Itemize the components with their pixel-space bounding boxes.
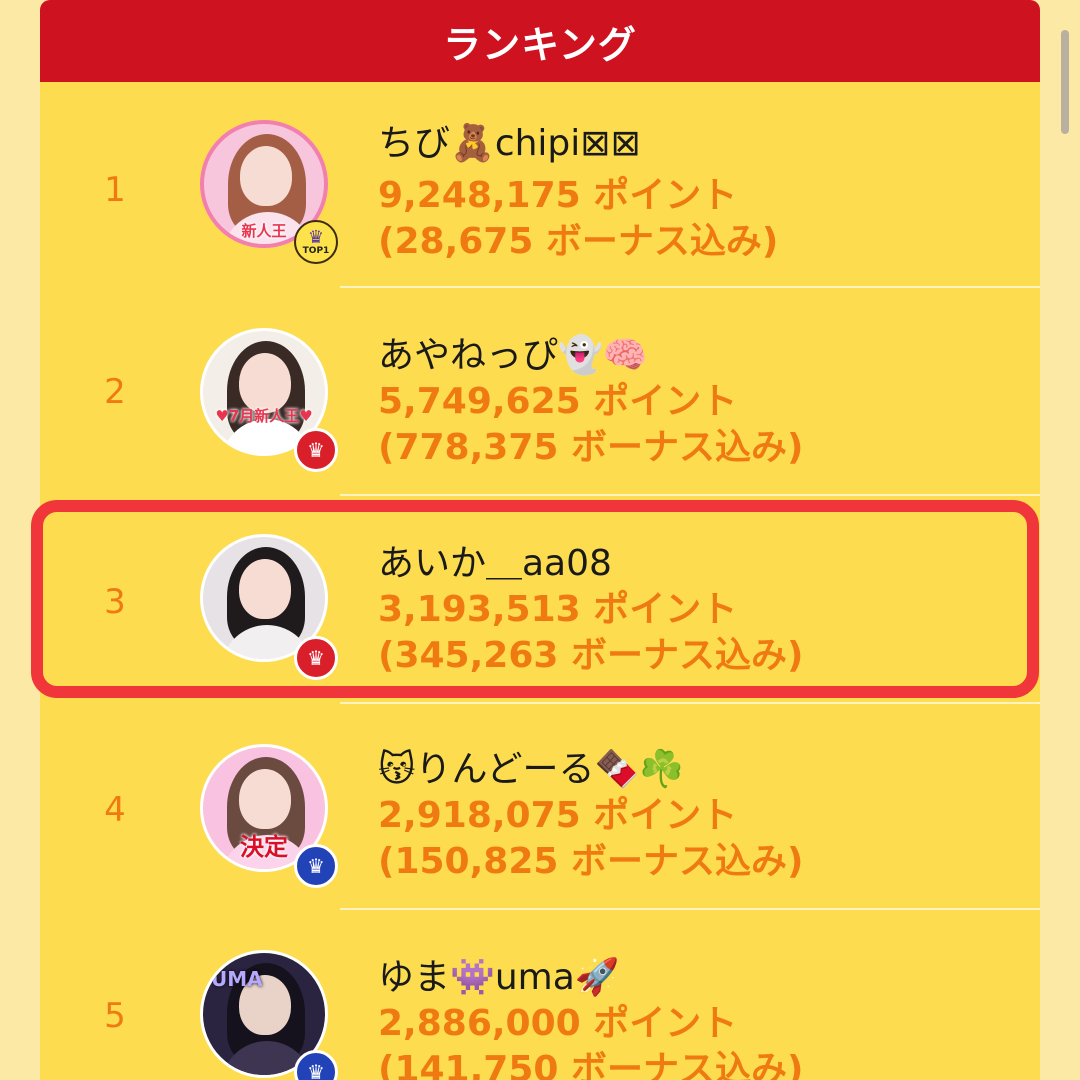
bonus-value: (141,750 ボーナス込み) bbox=[378, 1049, 804, 1080]
ranking-row-4[interactable]: 4 決定 ♛ 😽りんどーる🍫☘️ 2,918,075 ポイント (150,825… bbox=[40, 704, 1040, 910]
blue-crown-icon: ♛ bbox=[294, 844, 338, 888]
points-value: 2,886,000 ポイント bbox=[378, 1003, 738, 1044]
red-crown-icon: ♛ bbox=[294, 428, 338, 472]
avatar-caption: ♥7月新人王♥ bbox=[215, 407, 313, 425]
scrollbar[interactable] bbox=[1061, 30, 1069, 134]
row-divider bbox=[340, 286, 1040, 288]
blue-crown-icon: ♛ bbox=[294, 1050, 338, 1080]
ranking-row-1[interactable]: 1 新人王 ♛ TOP1 ちび🧸chipi⊠⊠ 9,248,175 ポイント (… bbox=[40, 82, 1040, 288]
user-name[interactable]: ゆま👾uma🚀 bbox=[378, 948, 620, 1000]
bonus-value: (28,675 ボーナス込み) bbox=[378, 221, 779, 262]
rank-number: 2 bbox=[104, 372, 126, 412]
badge-label: TOP1 bbox=[302, 245, 330, 256]
ranking-title: ランキング bbox=[443, 22, 637, 67]
bonus-value: (150,825 ボーナス込み) bbox=[378, 841, 804, 882]
ranking-panel: ランキング 1 新人王 ♛ TOP1 ちび🧸chipi⊠⊠ 9,248,175 … bbox=[40, 0, 1040, 1080]
top1-crown-icon: ♛ TOP1 bbox=[294, 220, 338, 264]
points-value: 5,749,625 ポイント bbox=[378, 381, 738, 422]
points-value: 2,918,075 ポイント bbox=[378, 795, 738, 836]
row-divider bbox=[340, 494, 1040, 496]
rank-number: 1 bbox=[104, 170, 126, 210]
user-name[interactable]: あいか＿aa08 bbox=[378, 534, 612, 586]
user-name[interactable]: あやねっぴ👻🧠 bbox=[378, 326, 648, 378]
points-value: 9,248,175 ポイント bbox=[378, 175, 738, 216]
rank-number: 5 bbox=[104, 996, 126, 1036]
bonus-value: (345,263 ボーナス込み) bbox=[378, 635, 804, 676]
rank-number: 4 bbox=[104, 790, 126, 830]
ranking-row-5[interactable]: 5 UMA ♛ ゆま👾uma🚀 2,886,000 ポイント (141,750 … bbox=[40, 912, 1040, 1080]
bonus-value: (778,375 ボーナス込み) bbox=[378, 427, 804, 468]
row-divider bbox=[340, 908, 1040, 910]
points-value: 3,193,513 ポイント bbox=[378, 589, 738, 630]
user-name[interactable]: 😽りんどーる🍫☘️ bbox=[378, 740, 684, 792]
user-name[interactable]: ちび🧸chipi⊠⊠ bbox=[378, 114, 641, 166]
ranking-row-2[interactable]: 2 ♥7月新人王♥ ♛ あやねっぴ👻🧠 5,749,625 ポイント (778,… bbox=[40, 290, 1040, 496]
ranking-row-3[interactable]: 3 ♛ あいか＿aa08 3,193,513 ポイント (345,263 ボーナ… bbox=[40, 498, 1040, 704]
rank-number: 3 bbox=[104, 582, 126, 622]
ranking-header: ランキング bbox=[40, 0, 1040, 82]
avatar-caption: UMA bbox=[211, 967, 263, 991]
red-crown-icon: ♛ bbox=[294, 636, 338, 680]
